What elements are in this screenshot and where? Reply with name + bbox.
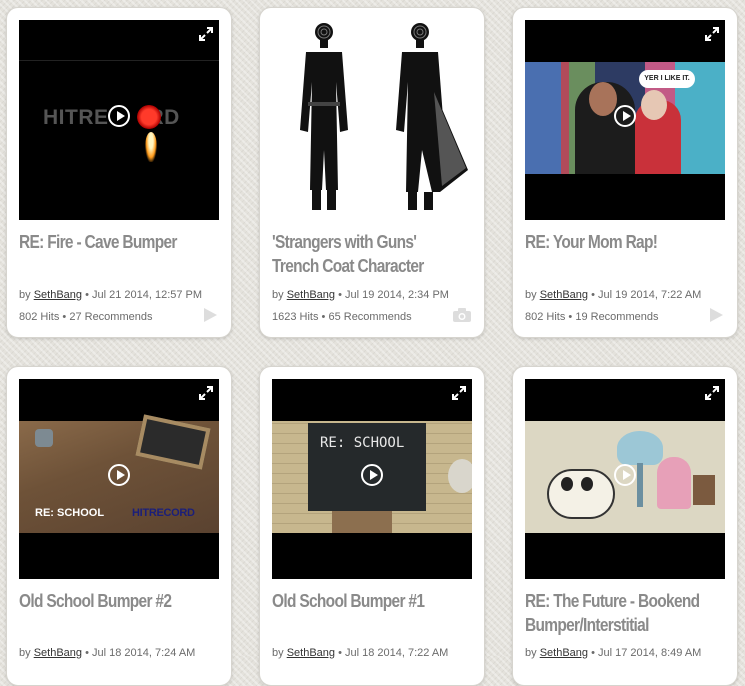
- by-label: by: [272, 647, 284, 659]
- by-label: by: [272, 289, 284, 301]
- play-icon[interactable]: [614, 105, 636, 127]
- user-link[interactable]: SethBang: [540, 289, 588, 301]
- record-title[interactable]: RE: Fire - Cave Bumper: [19, 230, 195, 254]
- person-face: [589, 82, 617, 116]
- by-label: by: [525, 647, 537, 659]
- video-thumbnail[interactable]: RE: SCHOOL HITRECORD: [19, 379, 219, 579]
- post-date: Jul 17 2014, 8:49 AM: [597, 647, 702, 659]
- record-dot: [137, 105, 161, 129]
- record-meta: by SethBang • Jul 19 2014, 7:22 AM: [525, 289, 702, 301]
- post-date: Jul 19 2014, 7:22 AM: [597, 289, 702, 301]
- recommends-count: 19 Recommends: [575, 311, 659, 323]
- lamp-shade: [617, 431, 663, 465]
- figure-head-1: [561, 477, 573, 491]
- user-link[interactable]: SethBang: [287, 289, 335, 301]
- record-card[interactable]: 'Strangers with Guns' Trench Coat Charac…: [259, 7, 485, 338]
- play-icon[interactable]: [108, 105, 130, 127]
- post-date: Jul 18 2014, 7:24 AM: [91, 647, 196, 659]
- play-icon[interactable]: [108, 464, 130, 486]
- video-thumbnail[interactable]: YER I LIKE IT.: [525, 20, 725, 220]
- expand-icon[interactable]: [198, 385, 214, 401]
- video-type-icon: [710, 308, 723, 322]
- record-meta: by SethBang • Jul 18 2014, 7:24 AM: [19, 647, 196, 659]
- thumb-logo-text: HITRECORD: [132, 507, 195, 519]
- record-card[interactable]: RE: SCHOOL Old School Bumper #1 by SethB…: [259, 366, 485, 686]
- user-link[interactable]: SethBang: [34, 289, 82, 301]
- record-card[interactable]: RE: SCHOOL HITRECORD Old School Bumper #…: [6, 366, 232, 686]
- record-stats: 1623 Hits • 65 Recommends: [272, 311, 412, 323]
- user-link[interactable]: SethBang: [34, 647, 82, 659]
- video-thumbnail[interactable]: RE: SCHOOL: [272, 379, 472, 579]
- video-thumbnail[interactable]: HITRE RD: [19, 20, 219, 220]
- record-meta: by SethBang • Jul 19 2014, 2:34 PM: [272, 289, 449, 301]
- by-label: by: [19, 647, 31, 659]
- record-card[interactable]: HITRE RD RE: Fire - Cave Bumper by SethBa…: [6, 7, 232, 338]
- speech-bubble: YER I LIKE IT.: [639, 70, 695, 88]
- record-title[interactable]: Old School Bumper #2: [19, 589, 195, 613]
- expand-icon[interactable]: [451, 385, 467, 401]
- record-title[interactable]: Old School Bumper #1: [272, 589, 448, 613]
- record-card[interactable]: RE: The Future - Bookend Bumper/Intersti…: [512, 366, 738, 686]
- play-icon[interactable]: [614, 464, 636, 486]
- by-label: by: [525, 289, 537, 301]
- thumb-school-text: RE: SCHOOL: [35, 507, 105, 519]
- figure-head-2: [581, 477, 593, 491]
- user-link[interactable]: SethBang: [287, 647, 335, 659]
- armchair: [657, 457, 691, 509]
- image-thumbnail[interactable]: [272, 20, 472, 220]
- camera-icon: [453, 308, 471, 322]
- lamp-stand: [637, 463, 643, 507]
- lamp-globe: [448, 459, 472, 493]
- school-desk: [332, 511, 392, 533]
- record-meta: by SethBang • Jul 21 2014, 12:57 PM: [19, 289, 203, 301]
- expand-icon[interactable]: [704, 385, 720, 401]
- chalk-text: RE: SCHOOL: [320, 435, 405, 451]
- recommends-count: 27 Recommends: [69, 311, 153, 323]
- video-thumbnail[interactable]: [525, 379, 725, 579]
- hits-count: 802 Hits: [525, 311, 566, 323]
- expand-icon[interactable]: [198, 26, 214, 42]
- record-meta: by SethBang • Jul 18 2014, 7:22 AM: [272, 647, 449, 659]
- person-face-2: [641, 90, 667, 120]
- post-date: Jul 18 2014, 7:22 AM: [344, 647, 449, 659]
- post-date: Jul 19 2014, 2:34 PM: [344, 289, 449, 301]
- record-card[interactable]: YER I LIKE IT. RE: Your Mom Rap! by Seth…: [512, 7, 738, 338]
- inkwell: [35, 429, 53, 447]
- user-link[interactable]: SethBang: [540, 647, 588, 659]
- post-date: Jul 21 2014, 12:57 PM: [91, 289, 203, 301]
- by-label: by: [19, 289, 31, 301]
- fire-flame: [145, 132, 157, 162]
- hits-count: 802 Hits: [19, 311, 60, 323]
- bookshelf: [693, 475, 715, 505]
- thumb-divider: [19, 60, 219, 61]
- record-title[interactable]: RE: The Future - Bookend Bumper/Intersti…: [525, 589, 701, 637]
- pod-vehicle: [547, 469, 615, 519]
- record-title[interactable]: RE: Your Mom Rap!: [525, 230, 701, 254]
- record-stats: 802 Hits • 19 Recommends: [525, 311, 659, 323]
- trench-coat-drawing: [300, 23, 468, 210]
- recommends-count: 65 Recommends: [328, 311, 412, 323]
- hits-count: 1623 Hits: [272, 311, 319, 323]
- record-stats: 802 Hits • 27 Recommends: [19, 311, 153, 323]
- video-type-icon: [204, 308, 217, 322]
- play-icon[interactable]: [361, 464, 383, 486]
- record-title[interactable]: 'Strangers with Guns' Trench Coat Charac…: [272, 230, 448, 278]
- record-meta: by SethBang • Jul 17 2014, 8:49 AM: [525, 647, 702, 659]
- expand-icon[interactable]: [704, 26, 720, 42]
